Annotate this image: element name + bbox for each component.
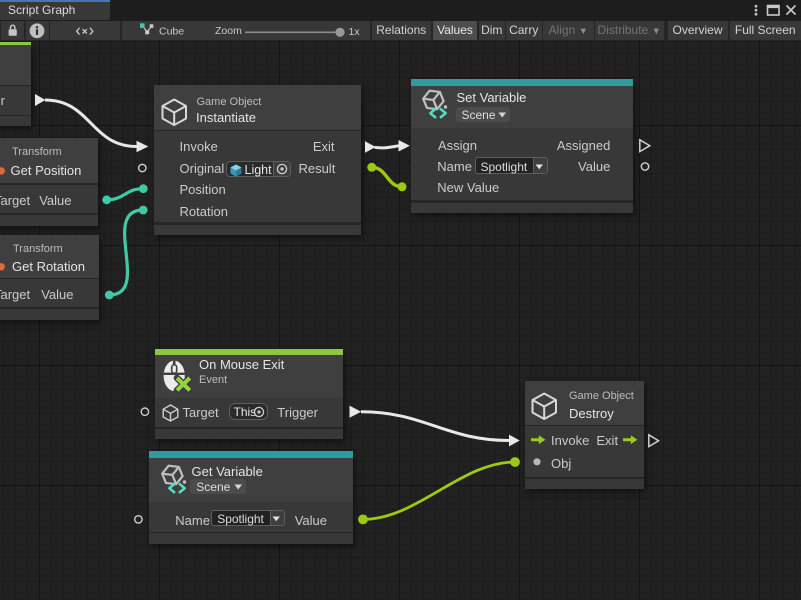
svg-text:1x: 1x (349, 26, 361, 38)
svg-text:Zoom: Zoom (215, 25, 242, 37)
svg-text:Cube: Cube (159, 26, 184, 38)
